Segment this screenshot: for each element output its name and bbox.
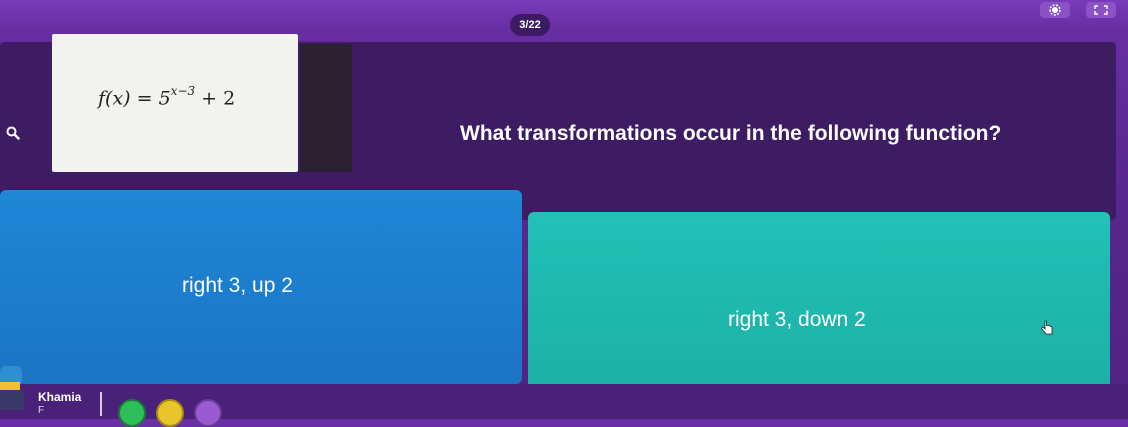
question-image[interactable]: f(x) = 5x−3 + 2 <box>52 34 298 172</box>
player-name: Khamia <box>38 390 82 404</box>
answer-option-label: right 3, up 2 <box>182 274 293 297</box>
powerup-yellow-icon[interactable] <box>156 399 184 427</box>
fullscreen-icon[interactable] <box>1086 2 1116 18</box>
formula: f(x) = 5x−3 + 2 <box>98 84 236 110</box>
answer-option-label: right 3, down 2 <box>728 308 866 331</box>
answer-option-1[interactable]: right 3, up 2 <box>0 190 522 384</box>
player-avatar <box>0 360 26 410</box>
image-frame <box>300 44 352 172</box>
powerup-purple-icon[interactable] <box>194 399 222 427</box>
powerup-green-icon[interactable] <box>118 399 146 427</box>
top-bar <box>0 0 1128 26</box>
settings-icon[interactable] <box>1040 2 1070 18</box>
question-text: What transformations occur in the follow… <box>460 122 1002 145</box>
answer-option-2[interactable]: right 3, down 2 <box>528 212 1110 392</box>
hand-cursor-icon <box>1040 320 1054 336</box>
question-counter: 3/22 <box>510 14 550 36</box>
divider <box>100 392 102 416</box>
zoom-icon[interactable] <box>6 126 20 140</box>
player-subtitle: F <box>38 405 45 416</box>
